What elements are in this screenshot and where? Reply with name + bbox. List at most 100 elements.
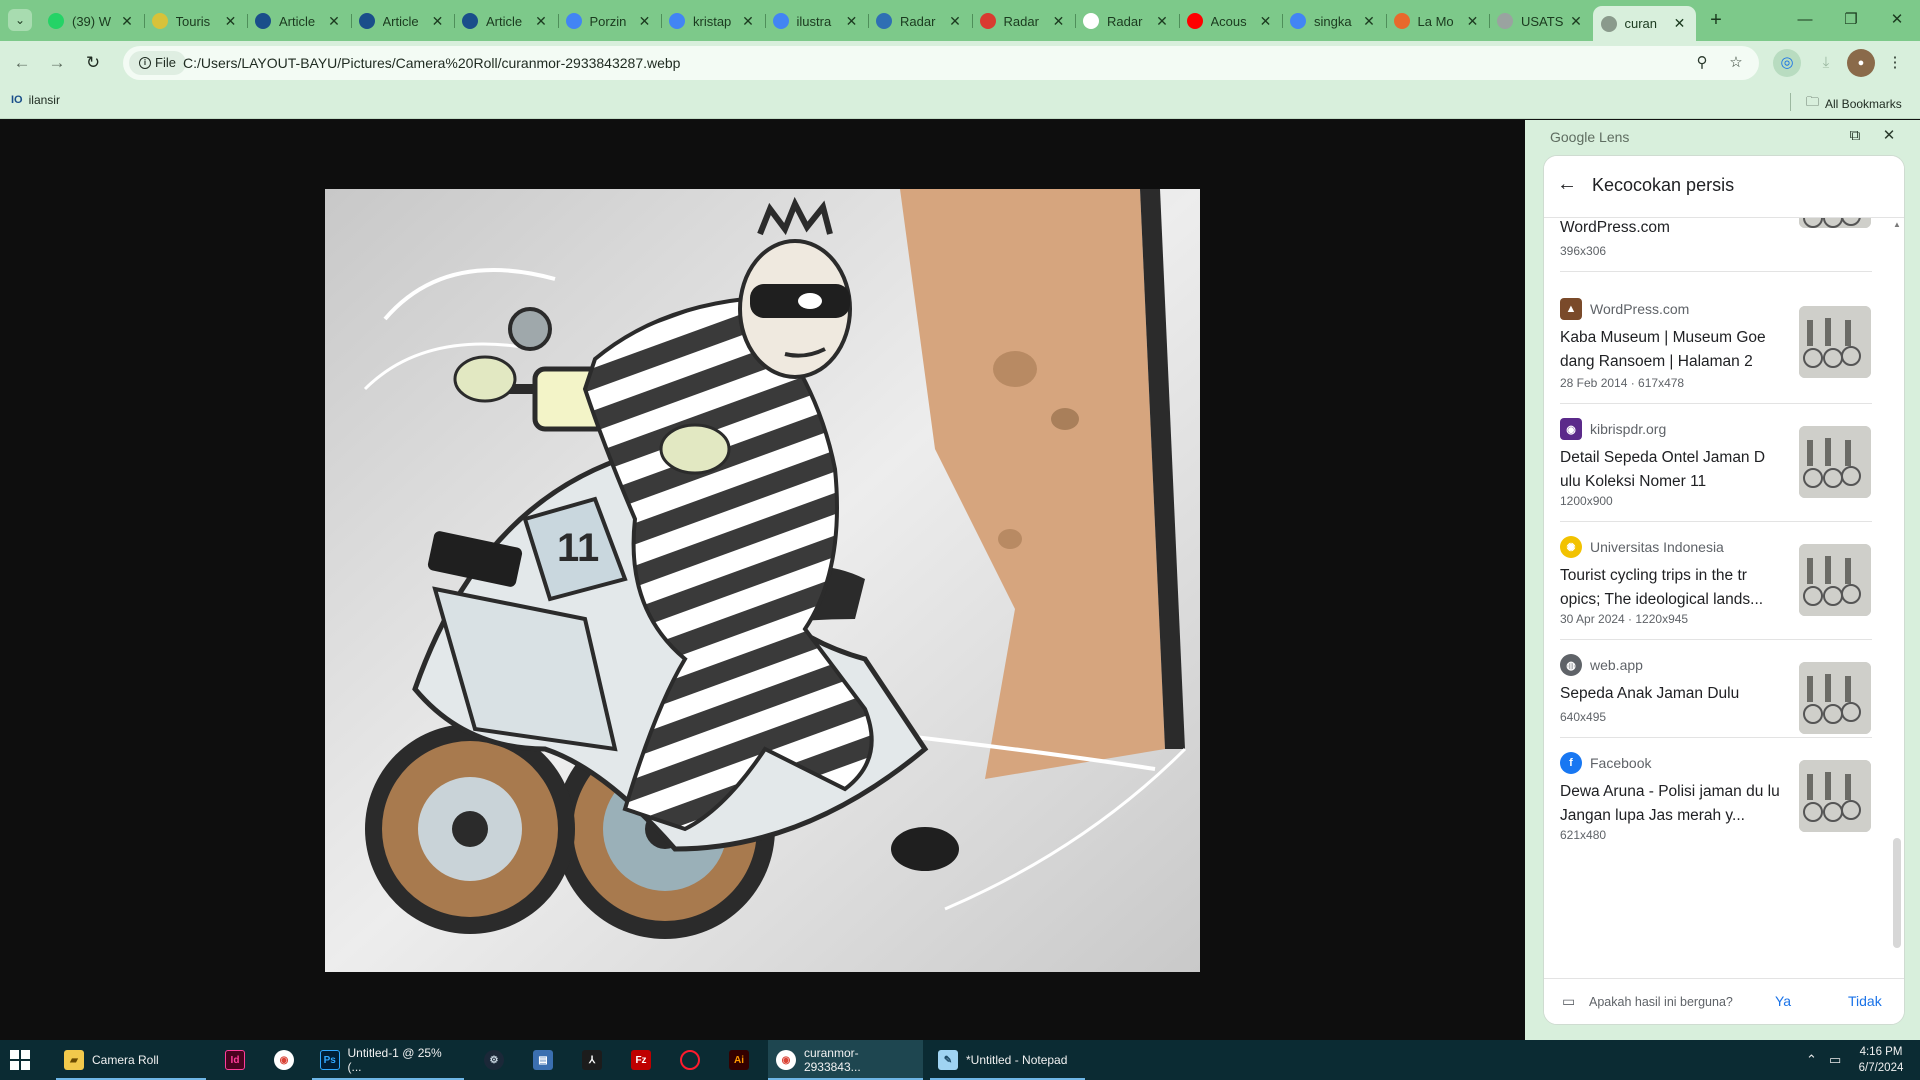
scroll-up-icon[interactable]: ▲ <box>1893 220 1901 229</box>
close-window-icon[interactable]: ✕ <box>1874 0 1920 41</box>
site-info-chip[interactable]: i File <box>129 51 186 75</box>
result-thumbnail[interactable] <box>1799 306 1871 378</box>
tab-title: kristap <box>693 13 732 29</box>
feedback-no-button[interactable]: Tidak <box>1848 993 1882 1009</box>
close-tab-icon[interactable]: ✕ <box>740 13 756 30</box>
back-arrow-icon[interactable]: ← <box>1557 173 1577 196</box>
result-item[interactable]: WordPress.com 396x306 <box>1560 218 1872 272</box>
result-title[interactable]: Dewa Aruna - Polisi jaman du lu Jangan l… <box>1560 780 1785 828</box>
browser-tab[interactable]: La Mo ✕ <box>1385 6 1489 36</box>
browser-tab[interactable]: Article ✕ <box>247 6 350 36</box>
taskbar-chrome-window[interactable]: ◉ curanmor-2933843... <box>768 1040 923 1080</box>
close-tab-icon[interactable]: ✕ <box>844 13 860 30</box>
browser-tab[interactable]: Article ✕ <box>350 6 454 36</box>
taskbar-camera-roll[interactable]: ▰ Camera Roll <box>56 1040 206 1080</box>
filezilla-icon[interactable]: Fz <box>631 1050 651 1070</box>
result-title[interactable]: Sepeda Anak Jaman Dulu <box>1560 682 1785 706</box>
taskbar-photoshop[interactable]: Ps Untitled-1 @ 25% (... <box>312 1040 464 1080</box>
reload-icon[interactable]: ↻ <box>80 50 106 76</box>
close-tab-icon[interactable]: ✕ <box>1258 13 1274 30</box>
google-lens-icon[interactable]: ◎ <box>1773 49 1801 77</box>
address-bar[interactable]: i File C:/Users/LAYOUT-BAYU/Pictures/Cam… <box>123 46 1759 80</box>
result-meta: 621x480 <box>1560 828 1607 842</box>
result-item[interactable]: ◉ kibrispdr.org Detail Sepeda Ontel Jama… <box>1560 404 1872 522</box>
new-tab-button[interactable]: + <box>1703 8 1729 34</box>
restore-icon[interactable]: ❐ <box>1828 0 1874 41</box>
browser-tab[interactable]: USATS ✕ <box>1489 6 1592 36</box>
tab-search-button[interactable]: ⌄ <box>8 9 32 31</box>
close-tab-icon[interactable]: ✕ <box>1568 13 1584 30</box>
opera-icon[interactable] <box>680 1050 700 1070</box>
close-tab-icon[interactable]: ✕ <box>1672 15 1688 32</box>
browser-tab[interactable]: ilustra ✕ <box>764 6 868 36</box>
steam-icon[interactable]: ⚙ <box>484 1050 504 1070</box>
profile-avatar[interactable]: ● <box>1847 49 1875 77</box>
result-title[interactable]: Kaba Museum | Museum Goe dang Ransoem | … <box>1560 326 1785 374</box>
browser-tab[interactable]: Article ✕ <box>454 6 557 36</box>
close-panel-icon[interactable]: ✕ <box>1878 125 1900 147</box>
menu-kebab-icon[interactable]: ⋮ <box>1881 49 1909 77</box>
tray-overflow-chevron-icon[interactable]: ⌃ <box>1806 1052 1817 1068</box>
result-thumbnail[interactable] <box>1799 662 1871 734</box>
result-thumbnail[interactable] <box>1799 544 1871 616</box>
result-thumbnail[interactable] <box>1799 760 1871 832</box>
browser-tab[interactable]: singka ✕ <box>1282 6 1385 36</box>
result-item[interactable]: f Facebook Dewa Aruna - Polisi jaman du … <box>1560 738 1872 856</box>
taskbar-notepad[interactable]: ✎ *Untitled - Notepad <box>930 1040 1085 1080</box>
scooter-number-mark: 11 <box>557 526 599 570</box>
close-tab-icon[interactable]: ✕ <box>119 13 135 30</box>
browser-tab[interactable]: Radar ✕ <box>971 6 1075 36</box>
indesign-icon[interactable]: Id <box>225 1050 245 1070</box>
close-tab-icon[interactable]: ✕ <box>637 13 653 30</box>
feedback-yes-button[interactable]: Ya <box>1775 993 1791 1009</box>
result-item[interactable]: ✺ Universitas Indonesia Tourist cycling … <box>1560 522 1872 640</box>
close-tab-icon[interactable]: ✕ <box>1154 13 1170 30</box>
browser-tab[interactable]: Acous ✕ <box>1178 6 1282 36</box>
close-tab-icon[interactable]: ✕ <box>533 13 549 30</box>
result-title[interactable]: Detail Sepeda Ontel Jaman D ulu Koleksi … <box>1560 446 1785 494</box>
result-thumbnail[interactable] <box>1799 218 1871 228</box>
all-bookmarks-button[interactable]: 🗀 All Bookmarks <box>1806 93 1902 115</box>
close-tab-icon[interactable]: ✕ <box>1361 13 1377 30</box>
acrobat-icon[interactable]: ⅄ <box>582 1050 602 1070</box>
folder-icon: ▰ <box>64 1050 84 1070</box>
illustrator-icon[interactable]: Ai <box>729 1050 749 1070</box>
back-icon[interactable]: ← <box>9 50 35 76</box>
windows-start-icon[interactable] <box>10 1050 30 1070</box>
close-tab-icon[interactable]: ✕ <box>223 13 239 30</box>
chrome-icon[interactable]: ◉ <box>274 1050 294 1070</box>
network-icon[interactable]: ▭ <box>1829 1052 1841 1068</box>
result-item[interactable]: ◍ web.app Sepeda Anak Jaman Dulu 640x495 <box>1560 640 1872 738</box>
browser-tab[interactable]: curan ✕ <box>1592 6 1696 41</box>
scrollbar-thumb[interactable] <box>1893 838 1901 948</box>
bookmark-ilansir[interactable]: IO ilansir <box>11 93 60 107</box>
zoom-icon[interactable]: ⚲ <box>1691 52 1713 74</box>
feedback-question: Apakah hasil ini berguna? <box>1589 995 1733 1009</box>
url-text[interactable]: C:/Users/LAYOUT-BAYU/Pictures/Camera%20R… <box>183 46 680 80</box>
minimize-icon[interactable]: — <box>1782 0 1828 41</box>
forward-icon[interactable]: → <box>44 50 70 76</box>
close-tab-icon[interactable]: ✕ <box>326 13 342 30</box>
file-explorer-icon[interactable]: ▤ <box>533 1050 553 1070</box>
browser-tab[interactable]: kristap ✕ <box>661 6 764 36</box>
open-in-new-tab-icon[interactable]: ⧉ <box>1844 125 1866 147</box>
browser-tab[interactable]: Radar ✕ <box>1075 6 1178 36</box>
close-tab-icon[interactable]: ✕ <box>1465 13 1481 30</box>
close-tab-icon[interactable]: ✕ <box>947 13 963 30</box>
result-title[interactable]: WordPress.com <box>1560 218 1785 240</box>
bookmark-star-icon[interactable]: ☆ <box>1725 52 1747 74</box>
close-tab-icon[interactable]: ✕ <box>430 13 446 30</box>
results-scrollbar[interactable]: ▲ ▼ <box>1893 218 1901 998</box>
close-tab-icon[interactable]: ✕ <box>1051 13 1067 30</box>
download-icon[interactable]: ⤓ <box>1812 49 1840 77</box>
whatsapp-icon <box>48 13 64 29</box>
browser-tab[interactable]: Porzin ✕ <box>557 6 661 36</box>
result-item[interactable]: ▲ WordPress.com Kaba Museum | Museum Goe… <box>1560 284 1872 404</box>
result-title[interactable]: Tourist cycling trips in the tr opics; T… <box>1560 564 1785 612</box>
result-thumbnail[interactable] <box>1799 426 1871 498</box>
browser-tab[interactable]: Touris ✕ <box>143 6 247 36</box>
result-meta: 640x495 <box>1560 710 1607 724</box>
system-clock[interactable]: 4:16 PM 6/7/2024 <box>1850 1044 1912 1076</box>
browser-tab[interactable]: (39) W ✕ <box>40 6 143 36</box>
browser-tab[interactable]: Radar ✕ <box>868 6 971 36</box>
